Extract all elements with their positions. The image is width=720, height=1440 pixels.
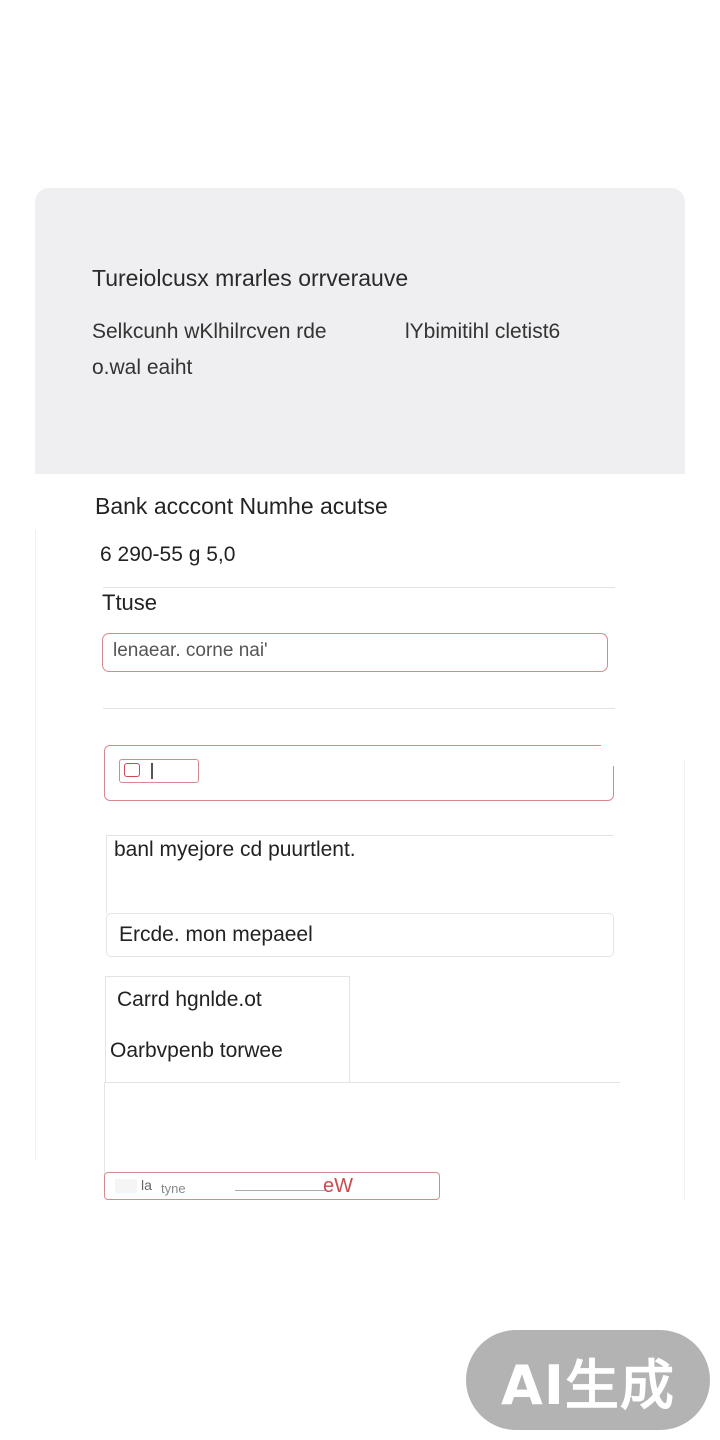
- card-chip[interactable]: [119, 759, 199, 783]
- strip-segment: [115, 1179, 137, 1193]
- card-holder-label[interactable]: Carrd hgnlde.ot: [117, 988, 262, 1012]
- strip-text-a: la: [141, 1177, 152, 1193]
- ai-generated-watermark: AI生成: [466, 1330, 710, 1430]
- strip-text-b: tyne: [161, 1181, 186, 1196]
- lower-box-edge: [104, 1082, 105, 1174]
- note-text: banl myejore cd puurtlent.: [114, 838, 356, 861]
- strip-text-c: eW: [323, 1175, 353, 1197]
- form-card-right-edge: [684, 760, 685, 1200]
- header-description-left: Selkcunh wKlhilrcven rde: [92, 320, 327, 343]
- card-chip-icon: [124, 763, 140, 777]
- bank-account-value[interactable]: 6 290-55 g 5,0: [100, 543, 235, 567]
- card-type-input[interactable]: [104, 744, 617, 801]
- input-corner-gap: [601, 744, 617, 766]
- divider: [103, 587, 615, 588]
- strip-underline: [235, 1190, 325, 1191]
- card-number-label[interactable]: Oarbvpenb torwee: [110, 1039, 283, 1063]
- header-title: Tureiolcusx mrarles orrverauve: [92, 265, 409, 291]
- divider: [103, 708, 615, 709]
- header-description-right: lYbimitihl cletist6: [405, 320, 561, 343]
- divider: [104, 1082, 620, 1083]
- form-card-left-edge: [35, 530, 36, 1160]
- bank-account-label: Bank acccont Numhe acutse: [95, 493, 388, 519]
- bottom-input-strip[interactable]: la tyne eW: [104, 1172, 440, 1200]
- text-cursor-icon: [151, 763, 153, 779]
- field-label: Ttuse: [102, 590, 158, 615]
- expiry-input[interactable]: Ercde. mon mepaeel: [106, 913, 614, 957]
- header-description-line2: o.wal eaiht: [92, 356, 193, 379]
- name-input[interactable]: lenaear. corne nai': [102, 633, 608, 672]
